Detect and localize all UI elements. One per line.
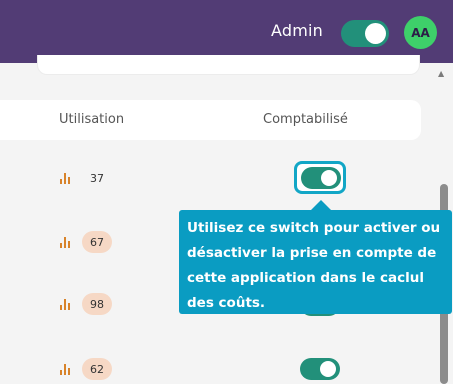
role-label: Admin (271, 21, 323, 40)
filter-card (37, 55, 420, 75)
bar-chart-icon (60, 236, 70, 248)
triangle-up-icon[interactable]: ▲ (438, 69, 444, 78)
counted-toggle-highlight (294, 161, 346, 194)
usage-count: 67 (82, 231, 112, 253)
usage-count: 37 (90, 171, 104, 185)
table-row: 37 (0, 159, 430, 199)
toggle-knob (320, 361, 336, 377)
toggle-knob (365, 23, 386, 44)
table-header: Utilisation Comptabilisé (0, 100, 421, 140)
bar-chart-icon (60, 172, 70, 184)
counted-toggle[interactable] (301, 167, 341, 189)
avatar[interactable]: AA (404, 16, 437, 49)
admin-mode-toggle[interactable] (341, 20, 389, 47)
usage-count: 98 (82, 293, 112, 315)
toggle-knob (321, 170, 337, 186)
table-row: 62 (0, 350, 430, 384)
column-header-counted: Comptabilisé (263, 112, 348, 127)
column-header-usage: Utilisation (59, 112, 125, 127)
bar-chart-icon (60, 363, 70, 375)
counted-toggle-tooltip: Utilisez ce switch pour activer ou désac… (179, 210, 452, 314)
bar-chart-icon (60, 298, 70, 310)
tooltip-arrow (311, 200, 331, 210)
counted-toggle[interactable] (300, 358, 340, 380)
top-bar: Admin AA (0, 0, 453, 63)
usage-count: 62 (82, 358, 112, 380)
